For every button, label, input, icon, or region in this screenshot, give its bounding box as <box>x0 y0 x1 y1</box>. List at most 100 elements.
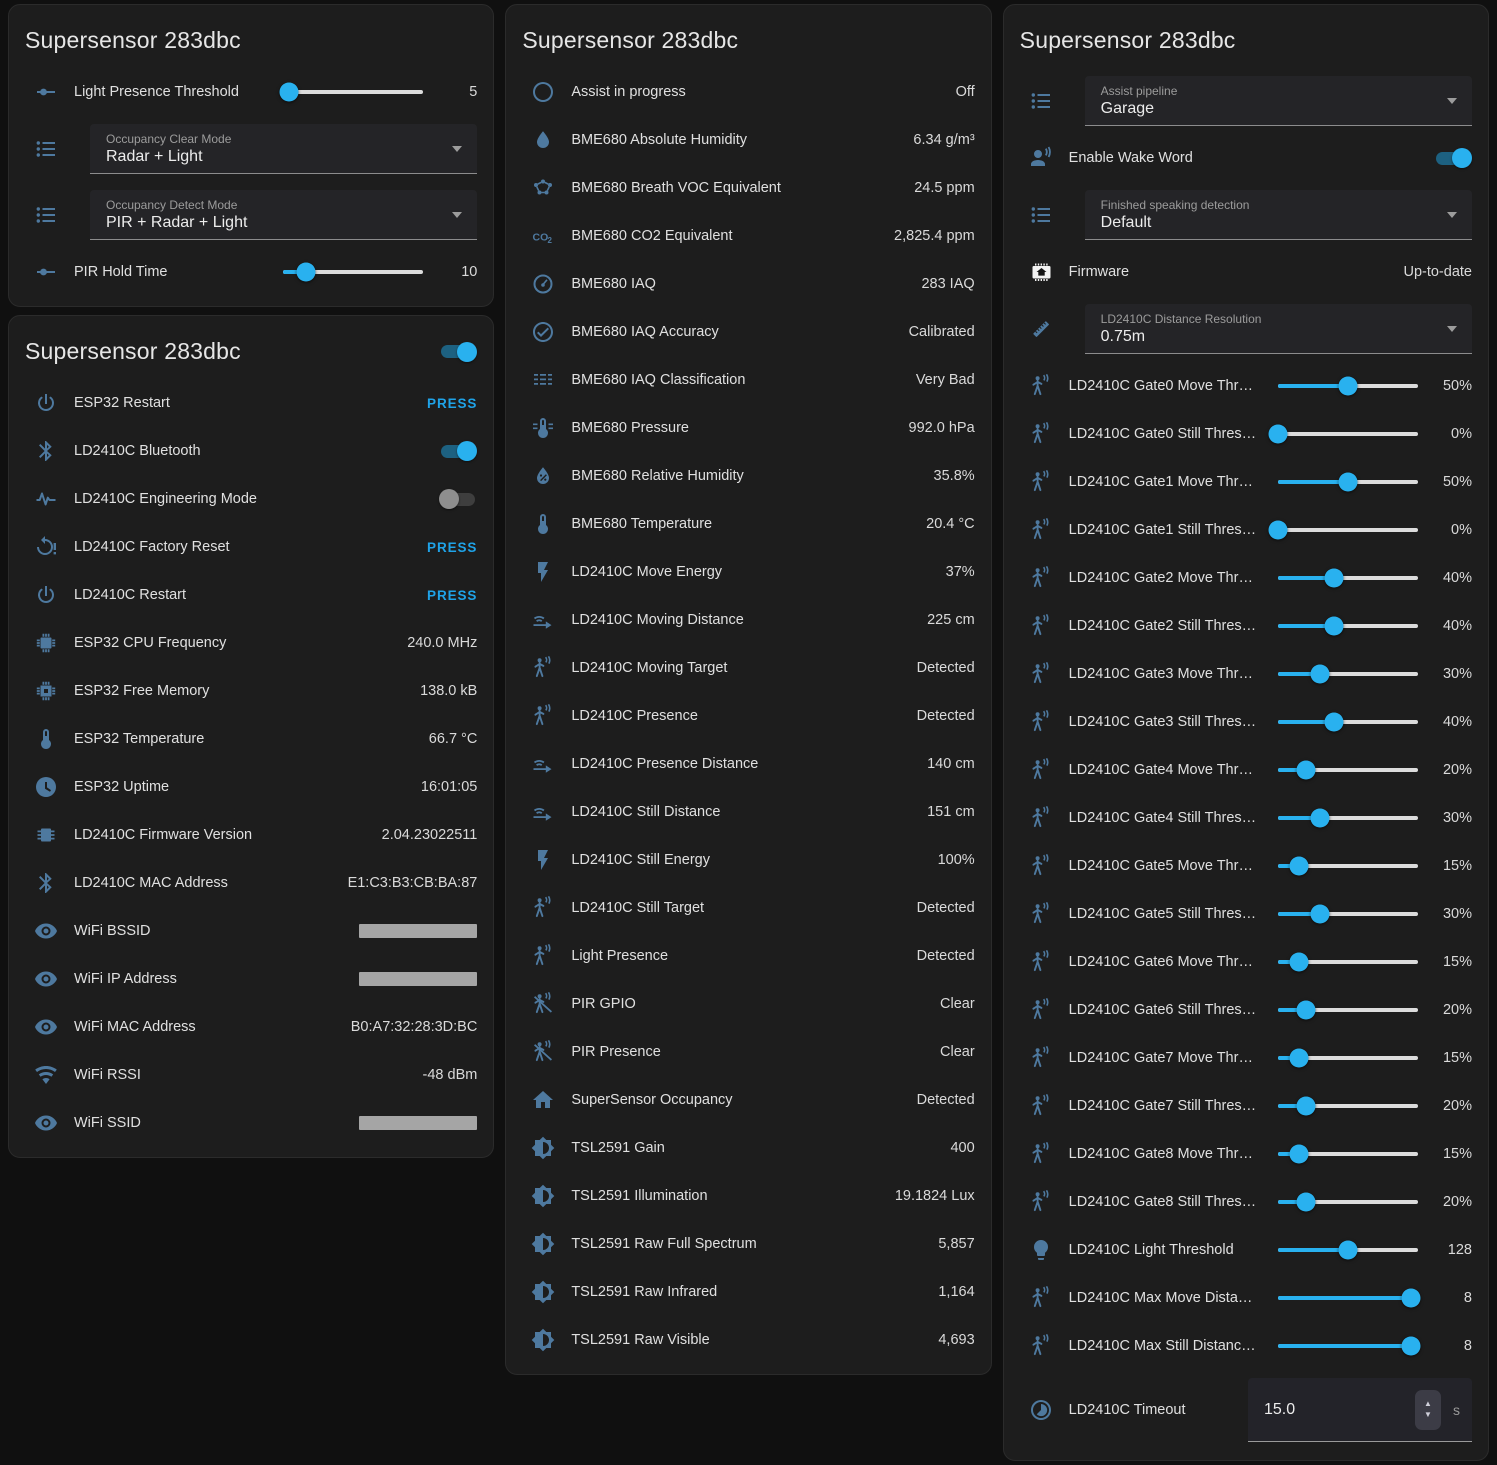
slider-thumb[interactable] <box>1289 953 1308 972</box>
slider-thumb[interactable] <box>1296 1097 1315 1116</box>
card-header: Supersensor 283dbc <box>1004 7 1488 68</box>
slider-ld2410c-gate3-move-thr[interactable] <box>1278 663 1418 685</box>
slider-ld2410c-gate8-still-thres[interactable] <box>1278 1191 1418 1213</box>
row-label-wifi-ip-address: WiFi IP Address <box>74 971 359 987</box>
slider-thumb[interactable] <box>1289 1049 1308 1068</box>
row-value: 400 <box>940 1140 974 1156</box>
motion-sensor-icon <box>1029 470 1053 494</box>
slider-ld2410c-gate6-move-thr[interactable] <box>1278 951 1418 973</box>
slider-light-presence-threshold[interactable] <box>283 81 423 103</box>
row-ld2410c-gate3-still-thres: LD2410C Gate3 Still Thres…40% <box>1004 698 1488 746</box>
slider-thumb[interactable] <box>1401 1337 1420 1356</box>
slider-ld2410c-gate2-still-thres[interactable] <box>1278 615 1418 637</box>
select-value: PIR + Radar + Light <box>106 214 441 232</box>
motion-sensor-icon <box>1029 1334 1053 1358</box>
slider-pir-hold-time[interactable] <box>283 261 423 283</box>
row-label-ld2410c-gate2-still-thres: LD2410C Gate2 Still Thres… <box>1069 618 1270 634</box>
slider-ld2410c-max-still-distanc[interactable] <box>1278 1335 1418 1357</box>
chevron-down-icon[interactable]: ▼ <box>1424 1411 1432 1419</box>
slider-thumb[interactable] <box>1310 905 1329 924</box>
slider-thumb[interactable] <box>1268 521 1287 540</box>
slider-ld2410c-gate7-still-thres[interactable] <box>1278 1095 1418 1117</box>
select-field-assist-pipeline[interactable]: Assist pipelineGarage <box>1085 76 1472 126</box>
row-label-ld2410c-gate4-move-thr: LD2410C Gate4 Move Thr… <box>1069 762 1270 778</box>
brightness-icon <box>531 1280 555 1304</box>
slider-thumb[interactable] <box>1401 1289 1420 1308</box>
slider-ld2410c-gate8-move-thr[interactable] <box>1278 1143 1418 1165</box>
motion-sensor-icon <box>1029 566 1053 590</box>
toggle-switch[interactable] <box>439 342 477 362</box>
toggle-switch[interactable] <box>439 489 477 509</box>
device-card: Supersensor 283dbcESP32 RestartPRESSLD24… <box>8 315 494 1158</box>
slider-ld2410c-gate3-still-thres[interactable] <box>1278 711 1418 733</box>
motion-sensor-icon <box>1029 1190 1053 1214</box>
slider-ld2410c-gate4-still-thres[interactable] <box>1278 807 1418 829</box>
slider-thumb[interactable] <box>1338 377 1357 396</box>
row-label-ld2410c-gate2-move-thr: LD2410C Gate2 Move Thr… <box>1069 570 1270 586</box>
card-title: Supersensor 283dbc <box>1020 27 1236 54</box>
slider-ld2410c-gate5-move-thr[interactable] <box>1278 855 1418 877</box>
slider-ld2410c-gate7-move-thr[interactable] <box>1278 1047 1418 1069</box>
row-ld2410c-gate3-move-thr: LD2410C Gate3 Move Thr…30% <box>1004 650 1488 698</box>
row-wifi-mac-address: WiFi MAC AddressB0:A7:32:28:3D:BC <box>9 1003 493 1051</box>
press-button[interactable]: PRESS <box>427 396 477 411</box>
chevron-up-icon[interactable]: ▲ <box>1424 1400 1432 1408</box>
slider-ld2410c-gate5-still-thres[interactable] <box>1278 903 1418 925</box>
select-field-ld2410c-distance-resolution[interactable]: LD2410C Distance Resolution0.75m <box>1085 304 1472 354</box>
row-value: Detected <box>907 660 975 676</box>
select-field-occupancy-detect-mode[interactable]: Occupancy Detect ModePIR + Radar + Light <box>90 190 477 240</box>
slider-ld2410c-gate0-move-thr[interactable] <box>1278 375 1418 397</box>
row-ld2410c-gate8-still-thres: LD2410C Gate8 Still Thres…20% <box>1004 1178 1488 1226</box>
press-button[interactable]: PRESS <box>427 540 477 555</box>
press-button[interactable]: PRESS <box>427 588 477 603</box>
slider-thumb[interactable] <box>1338 473 1357 492</box>
slider-thumb[interactable] <box>1296 761 1315 780</box>
row-ld2410c-light-threshold: LD2410C Light Threshold128 <box>1004 1226 1488 1274</box>
slider-thumb[interactable] <box>1296 1001 1315 1020</box>
slider-thumb[interactable] <box>1338 1241 1357 1260</box>
slider-thumb[interactable] <box>296 263 315 282</box>
slider-thumb[interactable] <box>1324 713 1343 732</box>
slider-thumb[interactable] <box>1289 857 1308 876</box>
slider-ld2410c-gate6-still-thres[interactable] <box>1278 999 1418 1021</box>
slider-thumb[interactable] <box>1324 617 1343 636</box>
toggle-switch[interactable] <box>439 441 477 461</box>
select-field-finished-speaking-detection[interactable]: Finished speaking detectionDefault <box>1085 190 1472 240</box>
number-input-ld2410c-timeout[interactable]: 15.0▲▼s <box>1248 1378 1472 1442</box>
row-assist-pipeline: Assist pipelineGarage <box>1004 68 1488 134</box>
slider-ld2410c-gate4-move-thr[interactable] <box>1278 759 1418 781</box>
slider-ld2410c-gate1-move-thr[interactable] <box>1278 471 1418 493</box>
number-stepper[interactable]: ▲▼ <box>1415 1390 1441 1430</box>
slider-ld2410c-max-move-dista[interactable] <box>1278 1287 1418 1309</box>
slider-thumb[interactable] <box>1289 1145 1308 1164</box>
row-ld2410c-gate0-move-thr: LD2410C Gate0 Move Thr…50% <box>1004 362 1488 410</box>
slider-thumb[interactable] <box>1310 665 1329 684</box>
motion-sensor-icon <box>1029 1046 1053 1070</box>
slider-thumb[interactable] <box>1268 425 1287 444</box>
toggle-thumb <box>1452 148 1472 168</box>
slider-thumb[interactable] <box>1324 569 1343 588</box>
row-value: Up-to-date <box>1393 264 1472 280</box>
row-tsl2591-gain: TSL2591 Gain400 <box>506 1124 990 1172</box>
account-voice-icon <box>1029 146 1053 170</box>
row-ld2410c-engineering-mode: LD2410C Engineering Mode <box>9 475 493 523</box>
row-ld2410c-moving-distance: LD2410C Moving Distance225 cm <box>506 596 990 644</box>
slider-value: 50% <box>1418 378 1472 394</box>
list-bulleted-icon <box>34 137 58 161</box>
slider-ld2410c-gate1-still-thres[interactable] <box>1278 519 1418 541</box>
slider-ld2410c-light-threshold[interactable] <box>1278 1239 1418 1261</box>
row-value: 151 cm <box>917 804 975 820</box>
slider-thumb[interactable] <box>1296 1193 1315 1212</box>
slider-track <box>1278 528 1418 532</box>
select-field-occupancy-clear-mode[interactable]: Occupancy Clear ModeRadar + Light <box>90 124 477 174</box>
redacted-value <box>359 924 477 938</box>
motion-sensor-icon <box>1029 902 1053 926</box>
slider-ld2410c-gate2-move-thr[interactable] <box>1278 567 1418 589</box>
slider-thumb[interactable] <box>279 83 298 102</box>
toggle-switch[interactable] <box>1434 148 1472 168</box>
slider-thumb[interactable] <box>1310 809 1329 828</box>
number-value[interactable]: 15.0 <box>1264 1401 1415 1419</box>
slider-ld2410c-gate0-still-thres[interactable] <box>1278 423 1418 445</box>
card-header: Supersensor 283dbc <box>9 318 493 379</box>
row-esp32-free-memory: ESP32 Free Memory138.0 kB <box>9 667 493 715</box>
